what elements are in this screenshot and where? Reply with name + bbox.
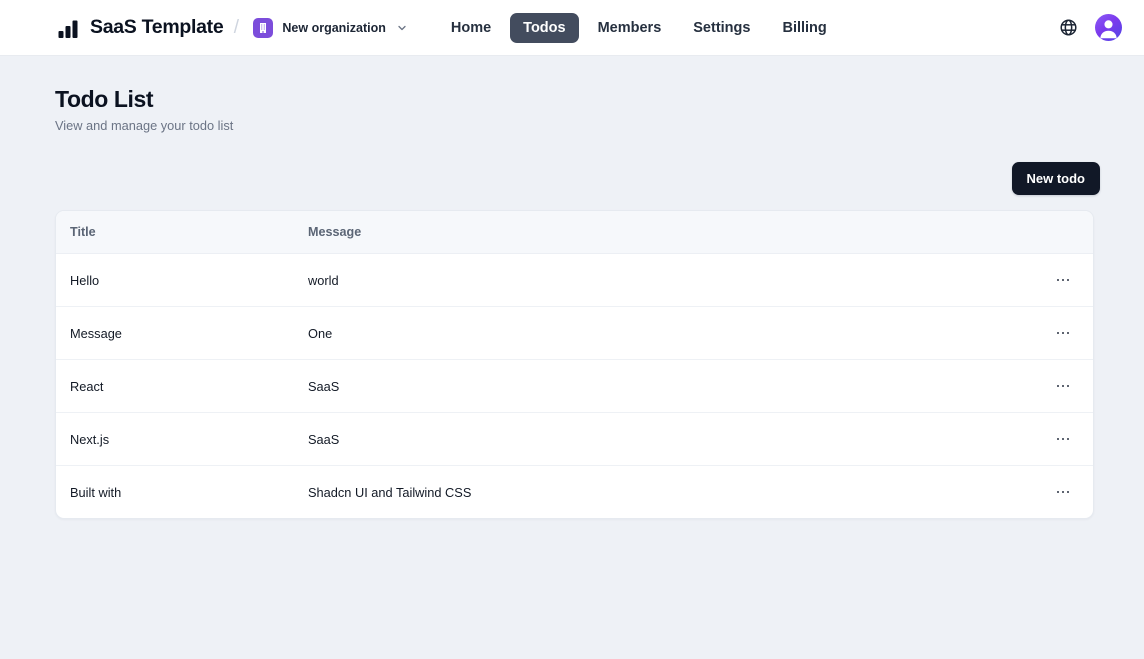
column-header-message: Message: [308, 211, 1033, 254]
table-row[interactable]: Message One: [56, 306, 1093, 360]
cell-title: React: [56, 359, 308, 413]
page-subtitle: View and manage your todo list: [55, 118, 234, 133]
cell-title: Message: [56, 306, 308, 360]
bar-chart-icon: [55, 15, 81, 41]
breadcrumb-divider: /: [233, 16, 240, 38]
cell-actions: [1033, 466, 1093, 519]
nav-item-todos[interactable]: Todos: [510, 12, 579, 43]
todo-table: Title Message Hello world Message One Re…: [56, 211, 1093, 518]
page-content: Todo List View and manage your todo list…: [0, 56, 1144, 519]
cell-actions: [1033, 306, 1093, 360]
ellipsis-horizontal-icon[interactable]: [1033, 483, 1093, 501]
table-head: Title Message: [56, 211, 1093, 254]
cell-message: Shadcn UI and Tailwind CSS: [308, 484, 472, 500]
chevron-down-icon: [396, 22, 408, 34]
page-title: Todo List: [55, 86, 154, 112]
ellipsis-horizontal-icon[interactable]: [1033, 271, 1093, 289]
organization-switcher[interactable]: New organization: [249, 15, 411, 41]
user-avatar-icon[interactable]: [1095, 14, 1122, 41]
brand-name: SaaS Template: [90, 16, 224, 38]
new-todo-button[interactable]: New todo: [1011, 162, 1100, 195]
ellipsis-horizontal-icon[interactable]: [1033, 324, 1093, 342]
brand-logo-link[interactable]: SaaS Template: [55, 15, 224, 41]
main-nav: Home Todos Members Settings Billing: [438, 12, 840, 43]
cell-actions: [1033, 359, 1093, 413]
globe-icon[interactable]: [1055, 15, 1081, 41]
table-row[interactable]: Hello world: [56, 253, 1093, 307]
column-header-title: Title: [56, 211, 308, 254]
nav-item-settings[interactable]: Settings: [680, 13, 763, 43]
ellipsis-horizontal-icon[interactable]: [1033, 377, 1093, 395]
cell-actions: [1033, 412, 1093, 466]
organization-name: New organization: [282, 20, 386, 35]
building-icon: [253, 17, 274, 38]
ellipsis-horizontal-icon[interactable]: [1033, 430, 1093, 448]
cell-message: world: [308, 253, 1033, 307]
top-bar-actions: [1055, 14, 1122, 41]
cell-title: Built with: [70, 484, 122, 500]
cell-message: SaaS: [308, 359, 1033, 413]
column-header-actions: [1033, 211, 1093, 254]
cell-title: Hello: [56, 253, 308, 307]
nav-item-members[interactable]: Members: [585, 13, 675, 43]
table-row[interactable]: Built with Shadcn UI and Tailwind CSS: [56, 466, 1093, 519]
nav-item-billing[interactable]: Billing: [769, 13, 839, 43]
cell-message: One: [308, 306, 1033, 360]
cell-title: Next.js: [56, 412, 308, 466]
cell-message: SaaS: [308, 412, 1033, 466]
todo-table-card: Title Message Hello world Message One Re…: [55, 210, 1094, 519]
table-body: Hello world Message One React SaaS Next.…: [56, 253, 1093, 519]
top-navigation-bar: SaaS Template / New organization Home To…: [0, 0, 1144, 56]
page-actions: New todo: [55, 162, 1108, 195]
table-row[interactable]: React SaaS: [56, 359, 1093, 413]
cell-actions: [1033, 253, 1093, 307]
table-header-row: Title Message: [56, 211, 1093, 254]
nav-item-home[interactable]: Home: [438, 13, 504, 43]
table-row[interactable]: Next.js SaaS: [56, 412, 1093, 466]
